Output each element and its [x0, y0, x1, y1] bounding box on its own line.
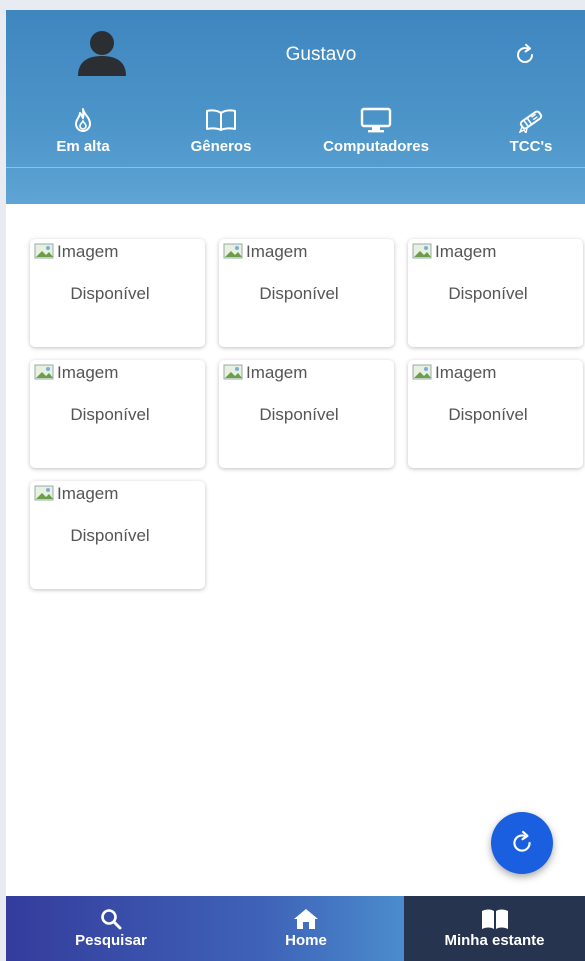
image-alt-text: Imagem: [246, 363, 308, 382]
image-alt-text: Imagem: [57, 242, 119, 261]
header-divider: [6, 167, 585, 168]
availability-status: Disponível: [70, 405, 150, 424]
book-image: Imagem: [34, 242, 118, 262]
refresh-icon: [517, 43, 533, 63]
nav-label: Minha estante: [444, 932, 545, 949]
book-card[interactable]: Imagem Disponível: [30, 481, 205, 589]
book-card[interactable]: Imagem Disponível: [408, 360, 583, 468]
category-tabs: Em alta Gêneros Computadores TCC's: [6, 106, 585, 158]
book-image: Imagem: [412, 242, 496, 262]
book-image: Imagem: [223, 363, 307, 383]
book-card[interactable]: Imagem Disponível: [408, 239, 583, 347]
image-alt-text: Imagem: [57, 363, 119, 382]
availability-status: Disponível: [259, 284, 339, 303]
nav-home[interactable]: Home: [231, 896, 381, 961]
broken-image-icon: [223, 364, 243, 380]
refresh-icon: [513, 830, 531, 852]
username: Gustavo: [285, 44, 357, 65]
image-alt-text: Imagem: [246, 242, 308, 261]
nav-label: Home: [285, 932, 327, 949]
tab-label: Computadores: [323, 138, 429, 155]
tab-computadores[interactable]: Computadores: [301, 106, 451, 158]
tab-tccs[interactable]: TCC's: [491, 106, 571, 158]
header: Gustavo Em alta Gêneros Computadores TCC…: [6, 10, 585, 204]
image-alt-text: Imagem: [435, 363, 497, 382]
book-image: Imagem: [223, 242, 307, 262]
broken-image-icon: [34, 364, 54, 380]
search-icon: [101, 909, 122, 930]
refresh-fab-button[interactable]: [491, 812, 553, 874]
nav-search[interactable]: Pesquisar: [36, 896, 186, 961]
header-top: Gustavo: [6, 10, 585, 100]
book-image: Imagem: [412, 363, 496, 383]
book-card[interactable]: Imagem Disponível: [30, 360, 205, 468]
availability-status: Disponível: [448, 405, 528, 424]
diploma-icon: [518, 110, 543, 133]
tab-em-alta[interactable]: Em alta: [38, 106, 128, 158]
broken-image-icon: [412, 243, 432, 259]
book-card[interactable]: Imagem Disponível: [219, 239, 394, 347]
book-card[interactable]: Imagem Disponível: [219, 360, 394, 468]
monitor-icon: [360, 107, 392, 133]
nav-label: Pesquisar: [75, 932, 147, 949]
availability-status: Disponível: [259, 405, 339, 424]
bottom-navigation: Pesquisar Home Minha estante: [6, 896, 585, 961]
book-image: Imagem: [34, 484, 118, 504]
broken-image-icon: [412, 364, 432, 380]
tab-label: TCC's: [509, 138, 553, 155]
bookshelf-icon: [481, 909, 508, 929]
tab-label: Em alta: [56, 138, 110, 155]
broken-image-icon: [223, 243, 243, 259]
home-icon: [294, 909, 318, 929]
app-screen: Gustavo Em alta Gêneros Computadores TCC…: [6, 10, 585, 961]
flame-icon: [75, 108, 91, 132]
nav-my-shelf[interactable]: Minha estante: [404, 896, 585, 961]
book-image: Imagem: [34, 363, 118, 383]
tab-generos[interactable]: Gêneros: [171, 106, 271, 158]
broken-image-icon: [34, 485, 54, 501]
broken-image-icon: [34, 243, 54, 259]
availability-status: Disponível: [70, 284, 150, 303]
tab-label: Gêneros: [190, 138, 252, 155]
image-alt-text: Imagem: [57, 484, 119, 503]
refresh-button[interactable]: [510, 40, 540, 70]
book-card[interactable]: Imagem Disponível: [30, 239, 205, 347]
open-book-icon: [206, 109, 236, 131]
availability-status: Disponível: [448, 284, 528, 303]
availability-status: Disponível: [70, 526, 150, 545]
user-avatar-icon[interactable]: [76, 30, 128, 78]
image-alt-text: Imagem: [435, 242, 497, 261]
